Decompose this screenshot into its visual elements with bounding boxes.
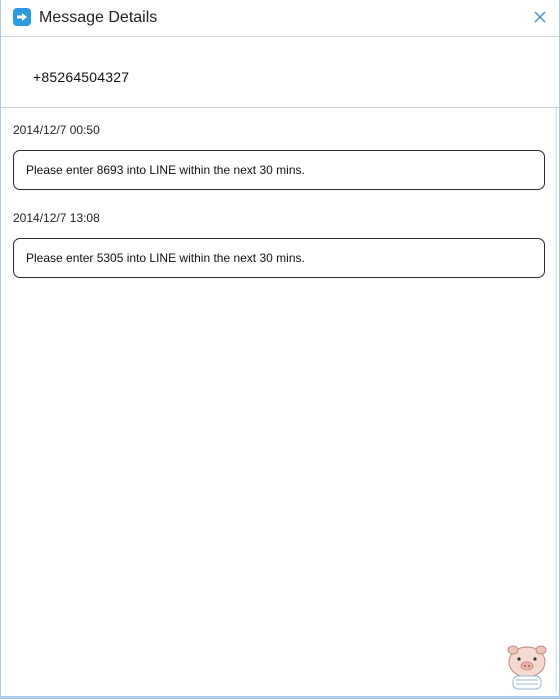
share-arrow-icon — [13, 8, 31, 26]
message-bubble[interactable]: Please enter 8693 into LINE within the n… — [13, 150, 545, 190]
message-details-window: Message Details +85264504327 2014/12/7 0… — [0, 0, 560, 699]
close-button[interactable] — [531, 8, 549, 26]
message-item: 2014/12/7 00:50 Please enter 8693 into L… — [13, 122, 545, 190]
contact-header: +85264504327 — [1, 37, 559, 108]
message-text: Please enter 5305 into LINE within the n… — [26, 251, 305, 265]
close-icon — [534, 11, 546, 23]
message-bubble[interactable]: Please enter 5305 into LINE within the n… — [13, 238, 545, 278]
message-item: 2014/12/7 13:08 Please enter 5305 into L… — [13, 210, 545, 278]
message-timestamp: 2014/12/7 00:50 — [13, 123, 100, 137]
mascot-watermark-icon — [501, 640, 553, 692]
window-title: Message Details — [39, 9, 158, 26]
message-text: Please enter 8693 into LINE within the n… — [26, 163, 305, 177]
message-timestamp: 2014/12/7 13:08 — [13, 211, 100, 225]
window-bottom-border — [1, 696, 559, 698]
contact-number: +85264504327 — [33, 69, 130, 85]
scrollbar-track[interactable] — [556, 106, 557, 691]
title-bar: Message Details — [1, 0, 559, 37]
message-list: 2014/12/7 00:50 Please enter 8693 into L… — [1, 122, 559, 278]
